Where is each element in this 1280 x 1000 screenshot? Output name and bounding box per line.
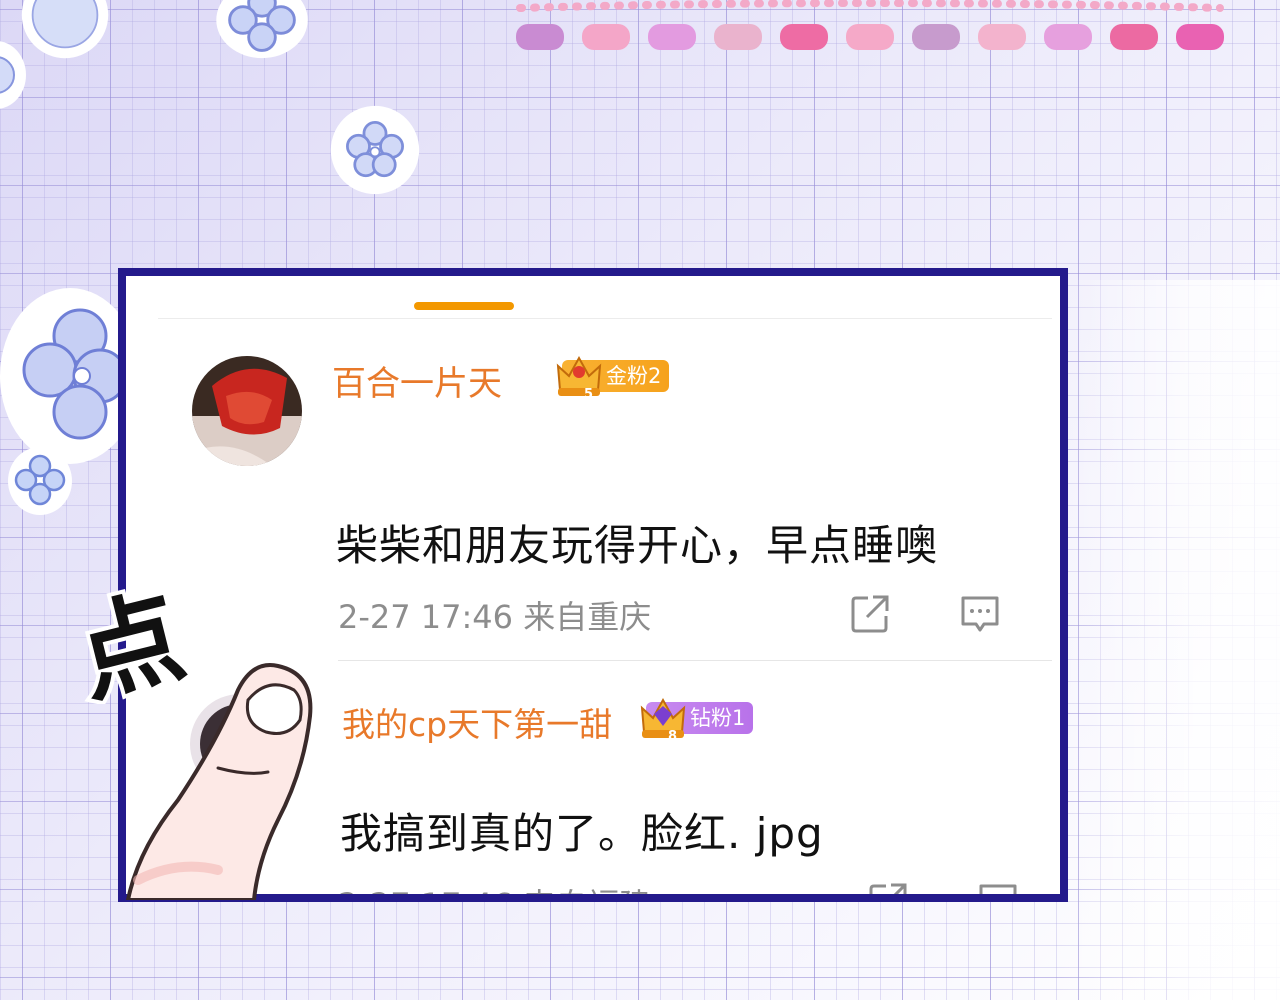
share-icon[interactable] <box>866 880 910 902</box>
flower-sticker <box>216 0 308 59</box>
svg-text:8: 8 <box>668 729 677 742</box>
comment-text: 柴柴和朋友玩得开心，早点睡噢 <box>336 521 939 570</box>
background-fade <box>1060 280 1280 1000</box>
divider <box>158 318 1052 319</box>
flower-sticker <box>8 447 72 515</box>
comment-meta: 2-27 17:46 来自福建 <box>338 880 651 894</box>
flower-sticker <box>330 105 420 195</box>
avatar[interactable] <box>192 356 302 466</box>
crown-level-8-icon: 8 <box>640 697 686 742</box>
flower-sticker <box>0 41 26 109</box>
divider <box>338 660 1052 661</box>
fan-badge-label: 金粉2 <box>606 364 662 388</box>
fan-badge[interactable]: 8 钻粉1 <box>640 697 754 742</box>
comment-meta: 2-27 17:46 来自重庆 <box>338 598 652 636</box>
crown-level-5-icon: 5 <box>556 355 602 400</box>
stamp-text: 点 <box>70 584 200 704</box>
comment-username[interactable]: 我的cp天下第一甜 <box>342 698 612 746</box>
fan-badge[interactable]: 5 金粉2 <box>556 355 670 400</box>
comment-icon[interactable] <box>958 592 1002 636</box>
share-icon[interactable] <box>848 592 892 636</box>
comment-text: 我搞到真的了。脸红. jpg <box>340 809 824 858</box>
active-tab-indicator <box>414 302 514 310</box>
flower-sticker <box>21 0 109 59</box>
comment-icon[interactable] <box>976 880 1020 902</box>
svg-text:点: 点 <box>70 584 196 704</box>
decorative-tape <box>516 0 1224 50</box>
fan-badge-label: 钻粉1 <box>690 706 746 730</box>
svg-text:5: 5 <box>584 387 593 400</box>
comment-username[interactable]: 百合一片天 <box>332 356 502 405</box>
